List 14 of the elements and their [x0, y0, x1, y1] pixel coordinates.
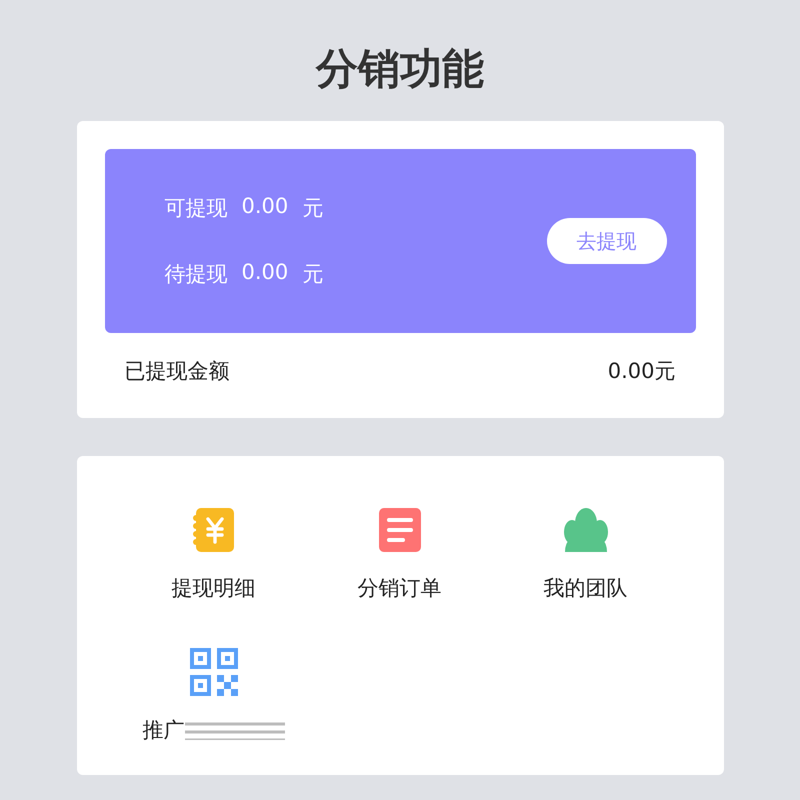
- balance-amount: 0.00: [242, 260, 288, 286]
- withdrawn-label: 已提现金额: [124, 358, 230, 385]
- feature-label[interactable]: 分销订单: [358, 574, 442, 602]
- currency-unit: 元: [302, 195, 324, 222]
- feature-label[interactable]: 提现明细: [172, 574, 256, 602]
- balance-amount: 0.00: [242, 194, 288, 220]
- withdrawn-value: 0.00元: [608, 358, 676, 385]
- balance-label: 可提现: [164, 195, 228, 222]
- qr-code-icon[interactable]: [190, 648, 238, 696]
- feature-label[interactable]: 推广: [142, 716, 184, 744]
- balance-label: 待提现: [164, 261, 228, 288]
- page-title: 分销功能: [316, 43, 484, 95]
- currency-unit: 元: [302, 261, 324, 288]
- feature-label[interactable]: 我的团队: [544, 574, 628, 602]
